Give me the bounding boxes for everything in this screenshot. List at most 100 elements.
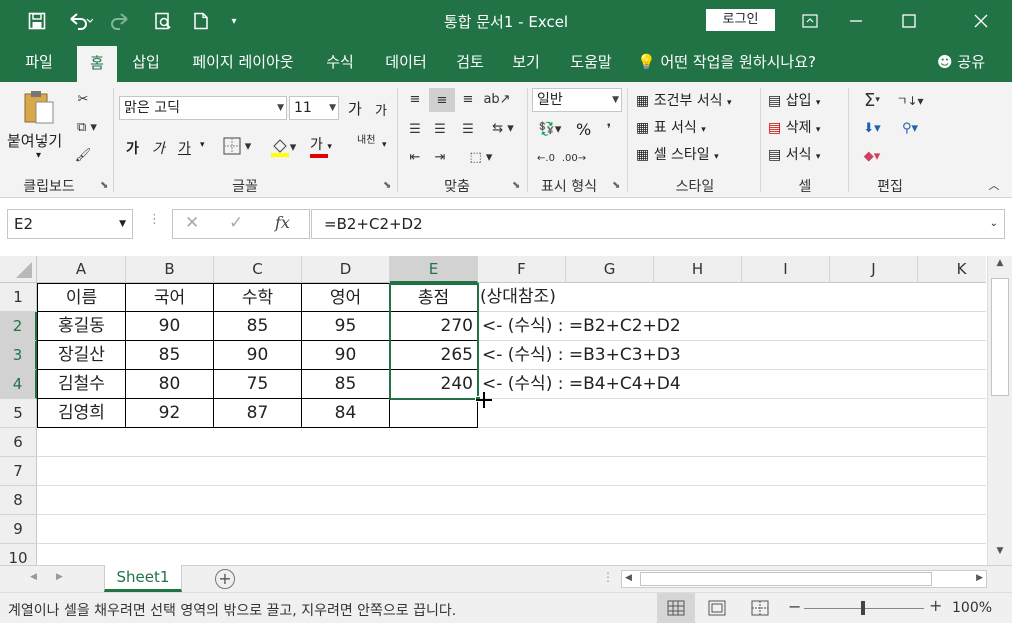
column-header-d[interactable]: D (302, 256, 390, 283)
column-header-k[interactable]: K (918, 256, 986, 283)
cell-e3[interactable]: 265 (390, 341, 478, 370)
cell-f2[interactable]: <- (수식) : =B2+C2+D2 (478, 312, 688, 341)
comma-style-icon[interactable]: ❜ (598, 118, 620, 140)
share-button[interactable]: ☻ 공유 (930, 42, 992, 82)
cell-b1[interactable]: 국어 (126, 283, 214, 312)
row-header-2[interactable]: 2 (0, 312, 37, 341)
column-header-e[interactable]: E (390, 256, 478, 283)
tell-me-search[interactable]: 💡 어떤 작업을 원하시나요? (637, 42, 837, 82)
tab-home[interactable]: 홈 (77, 46, 117, 82)
sort-filter-icon[interactable]: ㄱ↓▾ (892, 88, 928, 112)
percent-style-button[interactable]: % (576, 120, 591, 139)
increase-decimal-icon[interactable]: ←.0 (534, 146, 558, 170)
cancel-icon[interactable]: ✕ (185, 213, 199, 233)
normal-view-icon[interactable] (657, 593, 695, 623)
close-icon[interactable] (950, 0, 1012, 42)
row-header-10[interactable]: 10 (0, 544, 37, 565)
tab-page-layout[interactable]: 페이지 레이아웃 (180, 42, 306, 82)
tab-split-handle-icon[interactable]: ⋮ (602, 570, 614, 584)
merge-center-icon[interactable]: ⬚ ▾ (465, 146, 497, 168)
cell-a5[interactable]: 김영희 (37, 399, 126, 428)
minimize-icon[interactable] (833, 0, 879, 42)
clipboard-launcher-icon[interactable]: ⬊ (100, 180, 108, 191)
paste-icon[interactable] (14, 88, 64, 126)
bold-button[interactable]: 가 (126, 138, 139, 158)
increase-indent-icon[interactable]: ⇥ (429, 146, 451, 168)
format-painter-icon[interactable]: 🖌 (72, 144, 94, 166)
column-header-f[interactable]: F (478, 256, 566, 283)
cell-c4[interactable]: 75 (214, 370, 302, 399)
delete-cells-button[interactable]: ▤ 삭제 ▾ (768, 117, 820, 137)
cell-styles-button[interactable]: ▦ 셀 스타일 ▾ (636, 144, 719, 164)
horizontal-scrollbar[interactable]: ◀ ▶ (621, 570, 987, 588)
font-launcher-icon[interactable]: ⬊ (383, 180, 391, 191)
row-header-6[interactable]: 6 (0, 428, 37, 457)
zoom-out-icon[interactable]: − (788, 597, 801, 616)
row-header-8[interactable]: 8 (0, 486, 37, 515)
formula-input[interactable]: =B2+C2+D2 ⌄ (311, 209, 1005, 239)
cell-a4[interactable]: 김철수 (37, 370, 126, 399)
cell-c1[interactable]: 수학 (214, 283, 302, 312)
format-cells-button[interactable]: ▤ 서식 ▾ (768, 144, 820, 164)
copy-icon[interactable]: ⧉ ▾ (72, 116, 102, 138)
tab-insert[interactable]: 삽입 (124, 42, 168, 82)
cell-a2[interactable]: 홍길동 (37, 312, 126, 341)
phonetic-dropdown-icon[interactable]: ▾ (382, 140, 387, 150)
zoom-in-icon[interactable]: + (929, 596, 942, 615)
select-all-button[interactable] (0, 256, 37, 283)
page-layout-view-icon[interactable] (707, 599, 727, 617)
row-header-9[interactable]: 9 (0, 515, 37, 544)
cut-icon[interactable]: ✂ (72, 88, 94, 110)
expand-formula-bar-icon[interactable]: ⌄ (990, 210, 998, 238)
paste-label[interactable]: 붙여넣기 (7, 130, 62, 151)
cell-e1[interactable]: 총점 (390, 283, 478, 312)
column-header-c[interactable]: C (214, 256, 302, 283)
column-header-g[interactable]: G (566, 256, 654, 283)
cell-a3[interactable]: 장길산 (37, 341, 126, 370)
underline-button[interactable]: 가 (178, 138, 191, 158)
align-left-icon[interactable]: ☰ (404, 118, 426, 140)
prev-sheet-icon[interactable]: ◀ (30, 572, 37, 582)
underline-dropdown-icon[interactable]: ▾ (200, 140, 205, 150)
cell-f1[interactable]: (상대참조) (478, 283, 566, 312)
clear-icon[interactable]: ◆▾ (854, 144, 890, 168)
cell-b4[interactable]: 80 (126, 370, 214, 399)
sheet-tab-sheet1[interactable]: Sheet1 (104, 565, 182, 592)
cell-d5[interactable]: 84 (302, 399, 390, 428)
alignment-launcher-icon[interactable]: ⬊ (512, 180, 520, 191)
name-box[interactable]: E2 ▼ (7, 209, 133, 239)
align-center-icon[interactable]: ☰ (429, 118, 451, 140)
scroll-down-icon[interactable]: ▼ (991, 546, 1009, 562)
row-header-5[interactable]: 5 (0, 399, 37, 428)
decrease-decimal-icon[interactable]: .00→ (562, 146, 586, 170)
shrink-font-button[interactable]: 가 (375, 100, 387, 119)
cell-a1[interactable]: 이름 (37, 283, 126, 312)
borders-icon[interactable]: ▾ (220, 134, 254, 158)
column-header-j[interactable]: J (830, 256, 918, 283)
conditional-formatting-button[interactable]: ▦ 조건부 서식 ▾ (636, 90, 732, 110)
zoom-slider-thumb[interactable] (861, 601, 865, 615)
number-format-combo[interactable]: 일반 ▼ (532, 88, 622, 112)
row-header-7[interactable]: 7 (0, 457, 37, 486)
phonetic-guide-button[interactable]: 내천 (357, 136, 377, 146)
italic-button[interactable]: 가 (152, 138, 165, 158)
grow-font-button[interactable]: 가 (348, 98, 362, 119)
page-break-preview-icon[interactable] (750, 599, 770, 617)
column-header-b[interactable]: B (126, 256, 214, 283)
font-color-button[interactable]: 가 ▾ (310, 134, 332, 154)
scroll-left-icon[interactable]: ◀ (625, 573, 632, 583)
tab-file[interactable]: 파일 (12, 42, 66, 82)
cell-e2[interactable]: 270 (390, 312, 478, 341)
cell-f3[interactable]: <- (수식) : =B3+C3+D3 (478, 341, 688, 370)
cell-b5[interactable]: 92 (126, 399, 214, 428)
next-sheet-icon[interactable]: ▶ (56, 572, 63, 582)
orientation-icon[interactable]: ab↗ (483, 88, 511, 110)
scroll-right-icon[interactable]: ▶ (976, 573, 983, 583)
cell-c3[interactable]: 90 (214, 341, 302, 370)
cell-d2[interactable]: 95 (302, 312, 390, 341)
undo-icon[interactable] (60, 0, 100, 42)
enter-icon[interactable]: ✓ (229, 213, 243, 233)
row-header-1[interactable]: 1 (0, 283, 37, 312)
align-top-icon[interactable]: ≡ (404, 88, 426, 110)
cell-d3[interactable]: 90 (302, 341, 390, 370)
